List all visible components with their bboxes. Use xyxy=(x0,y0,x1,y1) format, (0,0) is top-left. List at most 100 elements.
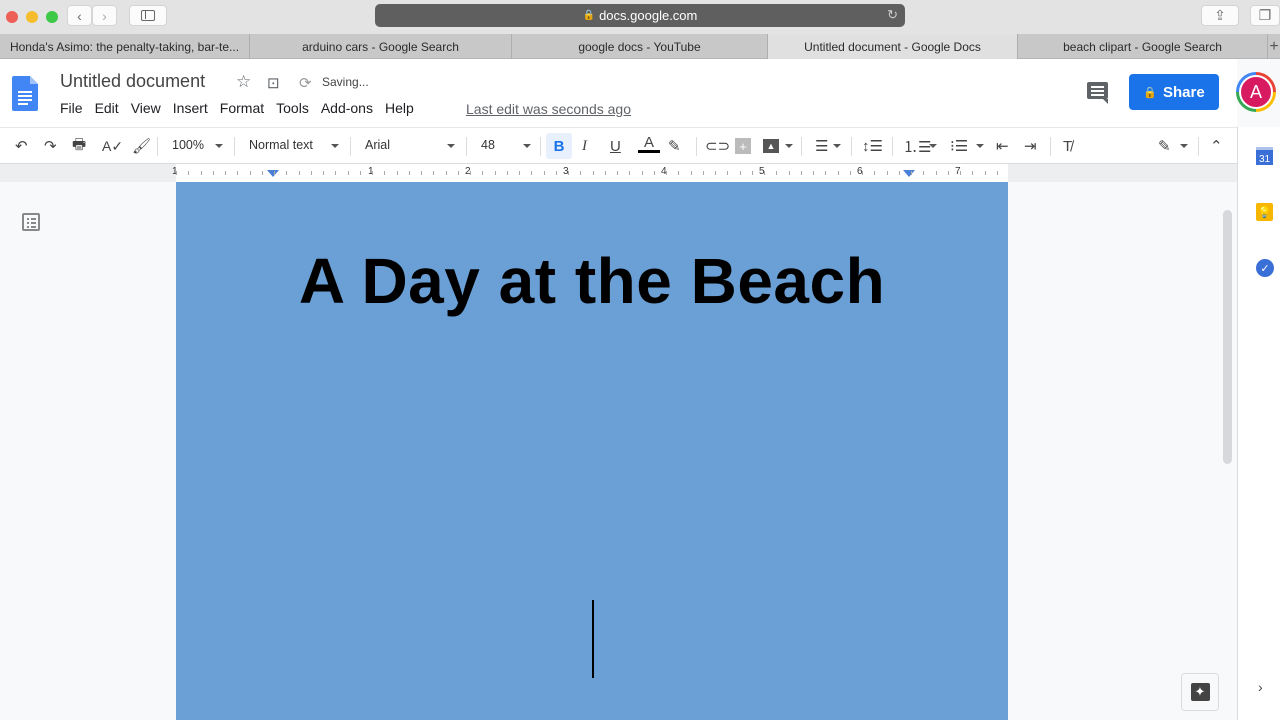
chevron-right-icon[interactable]: › xyxy=(1258,679,1263,695)
menu-format[interactable]: Format xyxy=(220,100,264,116)
browser-tab[interactable]: Honda's Asimo: the penalty-taking, bar-t… xyxy=(0,34,250,59)
ruler-tick xyxy=(874,171,875,175)
toolbar-divider xyxy=(157,137,158,156)
sidebar-toggle-button[interactable] xyxy=(129,5,167,26)
calendar-day: 31 xyxy=(1258,154,1271,165)
font-select[interactable]: Arial xyxy=(365,138,390,152)
explore-button[interactable]: ✦ xyxy=(1181,673,1219,711)
back-button[interactable]: ‹ xyxy=(67,5,92,26)
document-page[interactable]: A Day at the Beach xyxy=(176,182,1008,720)
browser-tab-active[interactable]: Untitled document - Google Docs xyxy=(768,34,1018,59)
calendar-icon[interactable]: 31 xyxy=(1256,147,1273,165)
right-indent-marker[interactable] xyxy=(903,170,915,177)
ruler: 1 1 2 3 4 5 6 7 xyxy=(0,164,1237,182)
ruler-tick xyxy=(188,171,189,175)
caret-down-icon[interactable] xyxy=(523,144,531,148)
reload-icon[interactable]: ↻ xyxy=(887,7,898,23)
document-outline-icon[interactable] xyxy=(22,213,40,231)
collapse-menus-icon[interactable]: ⌃ xyxy=(1210,136,1223,156)
menu-help[interactable]: Help xyxy=(385,100,414,116)
google-docs-logo-icon[interactable] xyxy=(12,76,38,111)
ruler-tick xyxy=(335,171,336,175)
ruler-tick xyxy=(911,171,912,175)
comments-icon[interactable] xyxy=(1087,82,1108,104)
menu-view[interactable]: View xyxy=(131,100,161,116)
menu-add-ons[interactable]: Add-ons xyxy=(321,100,373,116)
print-icon[interactable]: 🖶 xyxy=(72,136,86,156)
clear-formatting-icon[interactable]: T̸ xyxy=(1063,136,1072,156)
ruler-tick xyxy=(593,171,594,175)
toolbar-divider xyxy=(1050,137,1051,156)
menu-file[interactable]: File xyxy=(60,100,83,116)
share-sheet-button[interactable]: ⇪ xyxy=(1201,5,1239,26)
bold-button[interactable]: B xyxy=(546,133,572,159)
caret-down-icon[interactable] xyxy=(1180,144,1188,148)
highlight-icon[interactable]: ✎ xyxy=(668,136,681,156)
star-icon[interactable]: ☆ xyxy=(236,72,251,92)
formatting-toolbar: ↶ ↷ 🖶 A✓ 🖌 100% Normal text Arial 48 B I… xyxy=(0,127,1237,164)
underline-button[interactable]: U xyxy=(610,136,621,156)
ruler-tick xyxy=(678,171,679,175)
add-comment-icon[interactable]: + xyxy=(735,138,751,154)
plus-icon: + xyxy=(1269,37,1279,55)
edit-mode-pencil-icon[interactable]: ✎ xyxy=(1158,136,1171,156)
minimize-window-button[interactable] xyxy=(26,11,38,23)
ruler-tick xyxy=(482,171,483,175)
zoom-window-button[interactable] xyxy=(46,11,58,23)
zoom-select[interactable]: 100% xyxy=(172,138,204,152)
italic-button[interactable]: I xyxy=(582,136,587,156)
numbered-list-icon[interactable]: ⒈☰ xyxy=(903,136,931,156)
forward-button[interactable]: › xyxy=(92,5,117,26)
caret-down-icon[interactable] xyxy=(833,144,841,148)
browser-tab[interactable]: arduino cars - Google Search xyxy=(250,34,512,59)
line-spacing-icon[interactable]: ↕☰ xyxy=(862,136,883,156)
increase-indent-icon[interactable]: ⇥ xyxy=(1024,136,1037,156)
share-button[interactable]: 🔒 Share xyxy=(1129,74,1219,110)
insert-image-icon[interactable]: ▲ xyxy=(763,139,779,153)
caret-down-icon[interactable] xyxy=(785,144,793,148)
style-select[interactable]: Normal text xyxy=(249,138,313,152)
menu-edit[interactable]: Edit xyxy=(95,100,119,116)
spellcheck-icon[interactable]: A✓ xyxy=(102,136,123,156)
ruler-tick xyxy=(923,171,924,175)
caret-down-icon[interactable] xyxy=(331,144,339,148)
paint-format-icon[interactable]: 🖌 xyxy=(132,136,151,156)
caret-down-icon[interactable] xyxy=(976,144,984,148)
share-label: Share xyxy=(1163,83,1205,101)
menu-insert[interactable]: Insert xyxy=(173,100,208,116)
document-title[interactable]: Untitled document xyxy=(60,71,205,92)
tabs-overview-button[interactable]: ❐ xyxy=(1250,5,1280,26)
last-edit-link[interactable]: Last edit was seconds ago xyxy=(466,101,631,117)
undo-icon[interactable]: ↶ xyxy=(15,136,28,156)
caret-down-icon[interactable] xyxy=(447,144,455,148)
redo-icon[interactable]: ↷ xyxy=(44,136,57,156)
document-heading[interactable]: A Day at the Beach xyxy=(176,244,1008,318)
browser-tab[interactable]: beach clipart - Google Search xyxy=(1018,34,1268,59)
bulleted-list-icon[interactable]: ⁝☰ xyxy=(950,136,968,156)
tab-label: Untitled document - Google Docs xyxy=(804,39,981,54)
ruler-tick xyxy=(727,171,728,175)
align-left-icon[interactable]: ☰ xyxy=(815,136,828,156)
ruler-tick xyxy=(960,171,961,175)
browser-tab[interactable]: google docs - YouTube xyxy=(512,34,768,59)
keep-icon[interactable]: 💡 xyxy=(1256,203,1273,221)
move-to-folder-icon[interactable]: ⊡ xyxy=(267,74,280,92)
close-window-button[interactable] xyxy=(6,11,18,23)
font-size-select[interactable]: 48 xyxy=(481,138,495,152)
tasks-icon[interactable]: ✓ xyxy=(1256,259,1274,277)
account-avatar[interactable]: A xyxy=(1236,72,1276,112)
text-color-button[interactable]: A xyxy=(638,135,660,156)
new-tab-button[interactable]: + xyxy=(1268,34,1280,59)
menu-tools[interactable]: Tools xyxy=(276,100,309,116)
address-bar[interactable]: 🔒 docs.google.com ↻ xyxy=(375,4,905,27)
vertical-scrollbar[interactable] xyxy=(1223,210,1232,464)
browser-tab-bar: Honda's Asimo: the penalty-taking, bar-t… xyxy=(0,34,1280,59)
explore-icon: ✦ xyxy=(1190,683,1210,701)
caret-down-icon[interactable] xyxy=(215,144,223,148)
link-icon[interactable]: ⊂⊃ xyxy=(705,136,730,156)
sidebar-icon xyxy=(141,10,155,21)
decrease-indent-icon[interactable]: ⇤ xyxy=(996,136,1009,156)
caret-down-icon[interactable] xyxy=(929,144,937,148)
ruler-tick xyxy=(507,171,508,175)
left-indent-marker[interactable] xyxy=(267,170,279,177)
